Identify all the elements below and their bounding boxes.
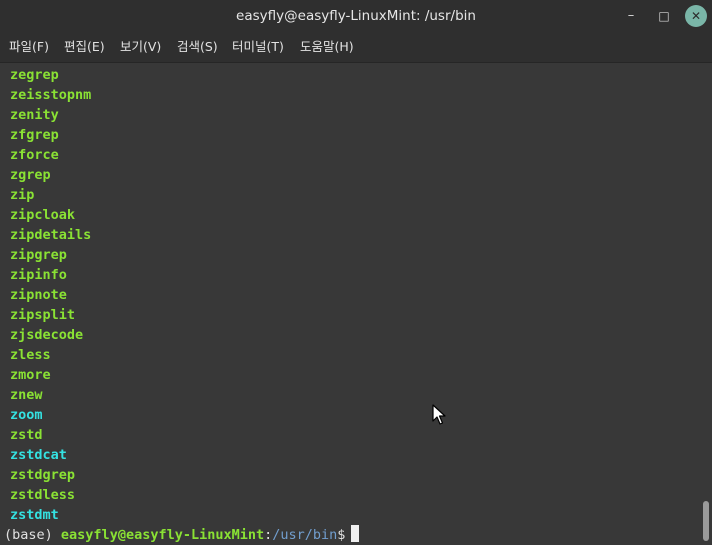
output-line: zipdetails <box>10 227 92 243</box>
menu-terminal[interactable]: 터미널(T) <box>232 32 284 62</box>
output-line: zforce <box>10 147 59 163</box>
menu-search[interactable]: 검색(S) <box>177 32 218 62</box>
output-line: zmore <box>10 367 51 383</box>
output-line: zipinfo <box>10 267 67 283</box>
output-line: zeisstopnm <box>10 87 92 103</box>
output-line: znew <box>10 387 43 403</box>
output-line: zipsplit <box>10 307 76 323</box>
menu-edit[interactable]: 편집(E) <box>64 32 105 62</box>
minimize-button[interactable]: – <box>620 5 642 27</box>
output-line: zipgrep <box>10 247 67 263</box>
prompt-dollar: $ <box>337 527 346 543</box>
text-cursor <box>351 525 360 542</box>
output-line: zoom <box>10 407 43 423</box>
output-line: zenity <box>10 107 59 123</box>
title-bar[interactable]: easyfly@easyfly-LinuxMint: /usr/bin – □ … <box>0 0 712 32</box>
scrollbar[interactable] <box>700 63 712 545</box>
prompt-user-host: easyfly@easyfly-LinuxMint <box>60 527 265 543</box>
prompt-path: /usr/bin <box>272 527 338 543</box>
terminal-window: easyfly@easyfly-LinuxMint: /usr/bin – □ … <box>0 0 712 545</box>
output-line: zstdless <box>10 487 76 503</box>
mouse-pointer-icon <box>432 404 446 425</box>
output-line: zjsdecode <box>10 327 84 343</box>
output-line: zgrep <box>10 167 51 183</box>
menu-view[interactable]: 보기(V) <box>120 32 161 62</box>
menu-help[interactable]: 도움말(H) <box>300 32 354 62</box>
output-line: zip <box>10 187 35 203</box>
maximize-button[interactable]: □ <box>653 5 675 27</box>
output-line: zstdgrep <box>10 467 76 483</box>
output-line: zipcloak <box>10 207 76 223</box>
output-line: zstdcat <box>10 447 67 463</box>
conda-env: (base) <box>4 527 53 543</box>
output-line: zegrep <box>10 67 59 83</box>
scrollbar-thumb[interactable] <box>703 501 709 541</box>
close-button[interactable]: ✕ <box>685 5 707 27</box>
terminal-output[interactable]: zegrep zeisstopnm zenity zfgrep zforce z… <box>0 63 712 545</box>
output-line: zstd <box>10 427 43 443</box>
output-line: zless <box>10 347 51 363</box>
output-line: zfgrep <box>10 127 59 143</box>
output-line: zstdmt <box>10 507 59 523</box>
shell-prompt[interactable]: (base) easyfly@easyfly-LinuxMint:/usr/bi… <box>4 525 360 545</box>
window-title: easyfly@easyfly-LinuxMint: /usr/bin <box>236 8 476 24</box>
menu-file[interactable]: 파일(F) <box>9 32 49 62</box>
output-line: zipnote <box>10 287 67 303</box>
menu-bar: 파일(F) 편집(E) 보기(V) 검색(S) 터미널(T) 도움말(H) <box>0 32 712 63</box>
